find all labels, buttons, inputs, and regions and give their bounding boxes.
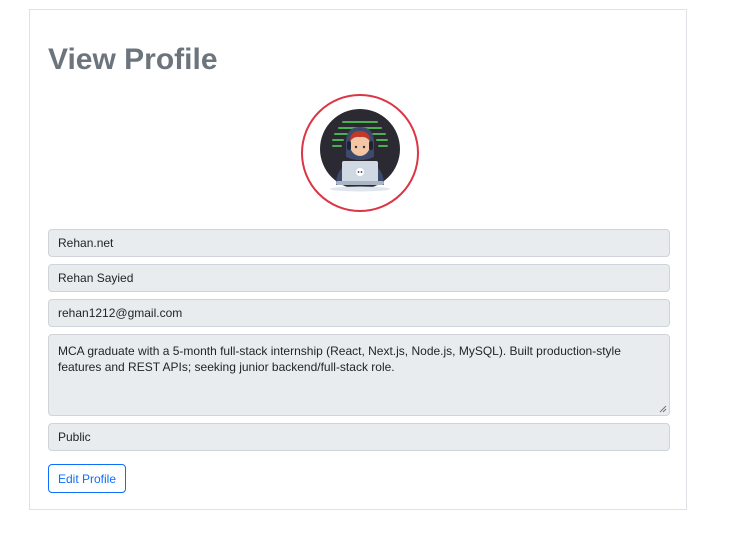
bio-value: MCA graduate with a 5-month full-stack i… xyxy=(58,344,621,374)
visibility-value: Public xyxy=(58,430,91,444)
full-name-field[interactable]: Rehan Sayied xyxy=(48,264,670,292)
profile-card: View Profile Rehan.net Rehan Sayied reha… xyxy=(29,9,687,510)
developer-avatar-icon xyxy=(320,109,400,192)
username-field[interactable]: Rehan.net xyxy=(48,229,670,257)
visibility-field[interactable]: Public xyxy=(48,423,670,451)
edit-profile-button[interactable]: Edit Profile xyxy=(48,464,127,493)
full-name-value: Rehan Sayied xyxy=(58,271,134,285)
username-value: Rehan.net xyxy=(58,236,114,250)
email-field[interactable]: rehan1212@gmail.com xyxy=(48,299,670,327)
email-value: rehan1212@gmail.com xyxy=(58,306,183,320)
avatar xyxy=(301,94,419,212)
page-title: View Profile xyxy=(48,43,218,76)
bio-textarea[interactable]: MCA graduate with a 5-month full-stack i… xyxy=(48,334,670,416)
resize-grip-icon[interactable] xyxy=(659,405,667,413)
